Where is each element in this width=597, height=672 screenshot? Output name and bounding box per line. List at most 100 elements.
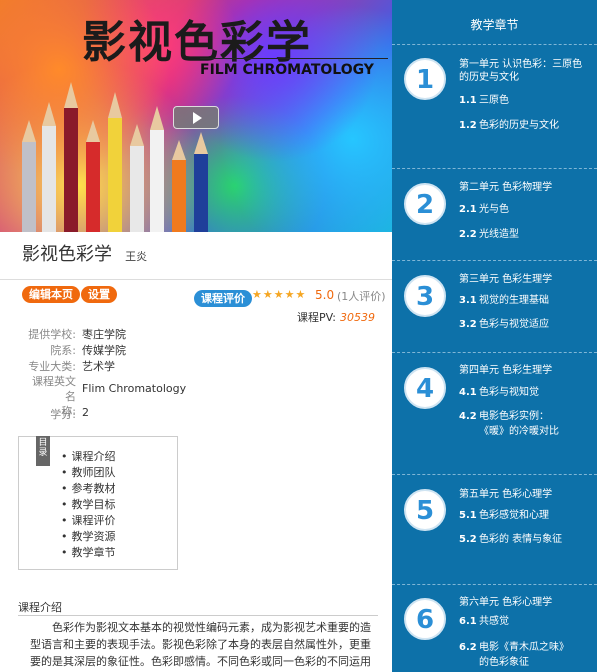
toc-item[interactable]: 教师团队 [61, 465, 116, 481]
toc-item[interactable]: 课程介绍 [61, 449, 116, 465]
section-link[interactable]: 2.1 光与色 [459, 202, 584, 217]
video-play-button[interactable] [173, 106, 219, 129]
unit-title[interactable]: 第二单元 色彩物理学 [459, 181, 589, 194]
divider [18, 615, 378, 616]
rating-score: 5.0 [315, 288, 335, 302]
course-title-row: 影视色彩学 王炎 [22, 240, 147, 266]
intro-heading: 课程介绍 [18, 601, 62, 614]
toc-item[interactable]: 教学目标 [61, 497, 116, 513]
toc-list: 课程介绍 教师团队 参考教材 教学目标 课程评价 教学资源 教学章节 [61, 449, 116, 561]
section-title: 光线造型 [479, 229, 519, 240]
section-title: 色彩的 表情与象征 [479, 534, 563, 545]
section-link[interactable]: 3.1 视觉的生理基础 [459, 293, 584, 308]
info-row-english-name: 课程英文名 称: Flim Chromatology [22, 374, 372, 418]
section-title: 色彩与视觉适应 [479, 319, 549, 330]
info-value: 枣庄学院 [82, 328, 126, 341]
chapter-sidebar: 教学章节 1 第一单元 认识色彩：三原色的历史与文化 1.1 三原色 1.2 色彩的… [392, 0, 597, 672]
section-number: 4.2 [459, 411, 477, 422]
banner-subtitle: FILM CHROMATOLOGY [200, 62, 374, 78]
pencil-image [86, 120, 100, 232]
pencil-image [130, 124, 144, 232]
info-row-department: 院系: 传媒学院 [22, 342, 372, 358]
course-evaluation-button[interactable]: 课程评价 [194, 290, 252, 307]
section-link[interactable]: 1.1 三原色 [459, 93, 584, 108]
settings-button[interactable]: 设置 [81, 286, 117, 303]
section-link[interactable]: 5.1 色彩感觉和心理 [459, 508, 584, 523]
unit-title[interactable]: 第四单元 色彩生理学 [459, 364, 589, 377]
info-value: Flim Chromatology [82, 382, 187, 395]
course-banner: 影视色彩学 FILM CHROMATOLOGY [0, 0, 392, 232]
divider [0, 279, 392, 280]
section-link[interactable]: 6.1 共感觉 [459, 614, 584, 629]
pencil-image [22, 120, 36, 232]
section-number: 2.1 [459, 204, 477, 215]
chapter-heading: 教学章节 [470, 18, 519, 32]
teacher-name[interactable]: 王炎 [125, 250, 147, 263]
info-key: 专业大类: [28, 360, 76, 373]
toc-item[interactable]: 课程评价 [61, 513, 116, 529]
info-key: 提供学校: [28, 328, 76, 341]
info-row-category: 专业大类: 艺术学 [22, 358, 372, 374]
intro-text: 色彩作为影视文本基本的视觉性编码元素，成为影视艺术重要的造型语言和主要的表现手法… [30, 621, 371, 668]
section-number: 3.1 [459, 295, 477, 306]
section-title: 色彩与视知觉 [479, 387, 539, 398]
toc-item[interactable]: 参考教材 [61, 481, 116, 497]
toc-item[interactable]: 教学资源 [61, 529, 116, 545]
section-number: 1.2 [459, 120, 477, 131]
unit-title[interactable]: 第一单元 认识色彩：三原色的历史与文化 [459, 58, 589, 84]
section-number: 3.2 [459, 319, 477, 330]
unit-title[interactable]: 第六单元 色彩心理学 [459, 596, 589, 609]
section-link[interactable]: 2.2 光线造型 [459, 227, 584, 242]
pencil-image [42, 102, 56, 232]
section-title: 电影《青木瓜之味》的色彩象征 [479, 642, 564, 668]
section-number: 6.2 [459, 642, 477, 653]
section-title: 色彩的历史与文化 [479, 120, 559, 131]
chapter-unit: 1 第一单元 认识色彩：三原色的历史与文化 1.1 三原色 1.2 色彩的历史与文化 [392, 44, 597, 168]
info-value: 2 [82, 406, 89, 419]
unit-number-badge: 3 [404, 275, 446, 317]
section-link[interactable]: 6.2 电影《青木瓜之味》的色彩象征 [459, 640, 584, 670]
course-name: 影视色彩学 [22, 244, 112, 265]
section-title: 三原色 [479, 95, 509, 106]
chapter-unit: 5 第五单元 色彩心理学 5.1 色彩感觉和心理 5.2 色彩的 表情与象征 [392, 474, 597, 584]
table-of-contents: 目录 课程介绍 教师团队 参考教材 教学目标 课程评价 教学资源 教学章节 [18, 436, 178, 570]
info-row-school: 提供学校: 枣庄学院 [22, 326, 372, 342]
pencil-image [172, 140, 186, 232]
unit-title[interactable]: 第五单元 色彩心理学 [459, 488, 589, 501]
play-icon [193, 112, 202, 124]
pencil-image [194, 132, 208, 232]
course-main-panel: 影视色彩学 FILM CHROMATOLOGY 影视色彩学 王炎 编辑本页 设置… [0, 0, 392, 672]
section-link[interactable]: 4.2 电影色彩实例：《暖》的冷暖对比 [459, 409, 584, 439]
page-views: 课程PV: 30539 [297, 309, 375, 325]
section-number: 5.1 [459, 510, 477, 521]
section-title: 视觉的生理基础 [479, 295, 549, 306]
pencil-image [108, 92, 122, 232]
section-title: 共感觉 [479, 616, 509, 627]
section-number: 6.1 [459, 616, 477, 627]
pencil-image [150, 106, 164, 232]
section-link[interactable]: 5.2 色彩的 表情与象征 [459, 532, 584, 547]
chapter-unit: 2 第二单元 色彩物理学 2.1 光与色 2.2 光线造型 [392, 168, 597, 260]
info-row-credit: 学分: 2 [22, 406, 372, 422]
info-value: 艺术学 [82, 360, 115, 373]
unit-number-badge: 5 [404, 489, 446, 531]
section-number: 4.1 [459, 387, 477, 398]
chapter-unit: 6 第六单元 色彩心理学 6.1 共感觉 6.2 电影《青木瓜之味》的色彩象征 [392, 584, 597, 672]
section-link[interactable]: 4.1 色彩与视知觉 [459, 385, 584, 400]
info-value: 传媒学院 [82, 344, 126, 357]
unit-title[interactable]: 第三单元 色彩生理学 [459, 273, 589, 286]
info-key-line: 课程英文名 [32, 375, 76, 403]
section-number: 1.1 [459, 95, 477, 106]
toc-tag: 目录 [36, 436, 50, 466]
pv-label: 课程PV: [297, 311, 336, 324]
section-link[interactable]: 1.2 色彩的历史与文化 [459, 118, 584, 133]
section-link[interactable]: 3.2 色彩与视觉适应 [459, 317, 584, 332]
chapter-unit: 4 第四单元 色彩生理学 4.1 色彩与视知觉 4.2 电影色彩实例：《暖》的冷暖对… [392, 352, 597, 474]
edit-page-button[interactable]: 编辑本页 [22, 286, 80, 303]
toc-item[interactable]: 教学章节 [61, 545, 116, 561]
info-key: 院系: [50, 344, 76, 357]
section-number: 5.2 [459, 534, 477, 545]
banner-divider [200, 58, 388, 59]
section-number: 2.2 [459, 229, 477, 240]
rating-stars: ★★★★★ [252, 288, 307, 301]
